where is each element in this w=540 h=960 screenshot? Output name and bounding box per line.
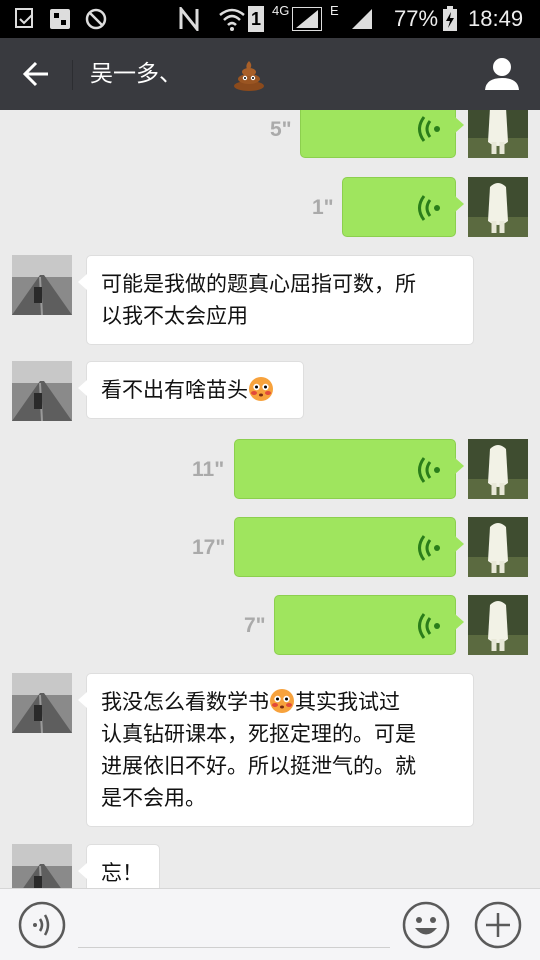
contact-avatar[interactable] [12, 673, 72, 733]
my-avatar[interactable] [468, 110, 528, 158]
text-message-bubble[interactable]: 忘！ [78, 844, 160, 888]
voice-duration: 17" [192, 536, 226, 559]
voice-duration: 11" [192, 458, 225, 481]
input-bar [0, 888, 540, 960]
text-message-bubble[interactable]: 看不出有啥苗头 [78, 361, 304, 419]
back-button[interactable] [14, 52, 58, 96]
poop-emoji-icon [232, 58, 266, 92]
voice-message-bubble[interactable] [234, 517, 464, 577]
emoji-button[interactable] [402, 901, 450, 949]
voice-wave-icon [418, 116, 440, 142]
voice-duration: 5" [270, 118, 292, 141]
back-arrow-icon [22, 61, 48, 87]
clock: 18:49 [468, 6, 524, 31]
nfc-icon [178, 6, 200, 32]
chat-title: 吴一多、 [90, 61, 182, 87]
contact-avatar[interactable] [12, 255, 72, 315]
more-options-button[interactable] [474, 901, 522, 949]
header-divider [72, 60, 73, 90]
voice-wave-icon [418, 457, 440, 483]
emoji-icon [402, 901, 450, 949]
text-message-bubble[interactable]: 可能是我做的题真心屈指可数，所 以我不太会应用 [78, 255, 474, 345]
voice-duration: 7" [244, 614, 266, 637]
my-avatar[interactable] [468, 177, 528, 237]
voice-wave-icon [418, 535, 440, 561]
flushed-face-emoji-icon [249, 377, 273, 401]
voice-message-bubble[interactable] [234, 439, 464, 499]
voice-message-bubble[interactable] [300, 110, 464, 158]
text-input-field[interactable] [78, 947, 390, 948]
signal-icon-1 [292, 6, 322, 32]
voice-message-bubble[interactable] [342, 177, 464, 237]
my-avatar[interactable] [468, 439, 528, 499]
battery-charging-icon [442, 6, 458, 32]
wifi-icon [218, 6, 246, 32]
voice-wave-icon [418, 195, 440, 221]
status-bar: 1 4G E 77% 18:49 [0, 0, 540, 38]
flushed-face-emoji-icon [270, 689, 294, 713]
text-message-bubble[interactable]: 我没怎么看数学书 其实我试过 认真钻研课本，死抠定理的。可是 进展依旧不好。所以挺… [78, 673, 474, 827]
profile-icon [485, 58, 519, 90]
message-list[interactable]: 5" 1" 可能是我做的题真心屈指可数，所 以我不太会应用 看不出有啥苗头 11… [0, 110, 540, 888]
message-text: 忘！ [101, 861, 143, 885]
block-icon [84, 6, 108, 32]
sim1-badge: 1 [248, 6, 264, 32]
network-4g-label: 4G [272, 3, 290, 18]
my-avatar[interactable] [468, 517, 528, 577]
profile-button[interactable] [482, 54, 522, 94]
signal-icon-2 [350, 6, 374, 32]
notification-icon [14, 6, 36, 32]
message-line: 我没怎么看数学书 其实我试过 [101, 689, 400, 714]
voice-input-button[interactable] [18, 901, 66, 949]
network-e-label: E [330, 3, 339, 18]
message-line: 可能是我做的题真心屈指可数，所 [101, 272, 416, 296]
plus-icon [474, 901, 522, 949]
battery-percent: 77% [394, 6, 439, 31]
message-text: 看不出有啥苗头 [101, 378, 248, 402]
message-line: 认真钻研课本，死抠定理的。可是 [101, 722, 416, 746]
gallery-icon [48, 6, 72, 32]
voice-duration: 1" [312, 196, 334, 219]
my-avatar[interactable] [468, 595, 528, 655]
chat-header: 吴一多、 [0, 38, 540, 110]
message-line: 以我不太会应用 [101, 304, 248, 328]
contact-avatar[interactable] [12, 361, 72, 421]
message-line: 进展依旧不好。所以挺泄气的。就 [101, 754, 416, 778]
contact-avatar[interactable] [12, 844, 72, 888]
voice-wave-icon [418, 613, 440, 639]
message-line: 是不会用。 [101, 786, 206, 810]
voice-input-icon [18, 901, 66, 949]
voice-message-bubble[interactable] [274, 595, 464, 655]
